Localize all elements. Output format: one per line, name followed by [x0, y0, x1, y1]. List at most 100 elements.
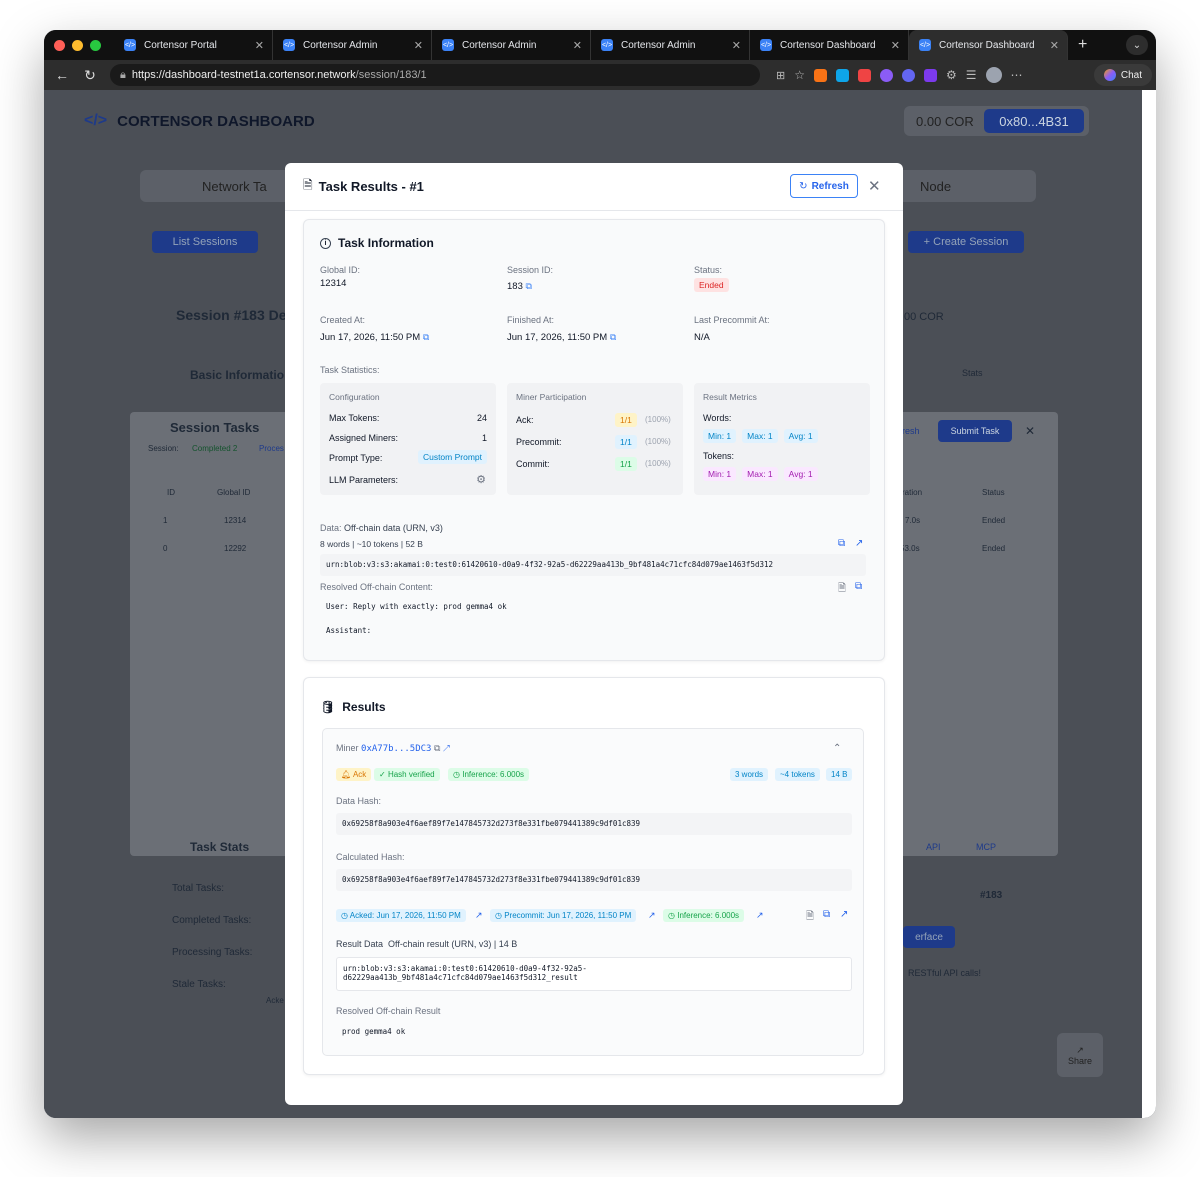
- tab-close-icon[interactable]: ✕: [732, 39, 741, 52]
- nav-node-tab[interactable]: Node: [920, 179, 951, 194]
- puzzle-icon[interactable]: ⚙: [946, 68, 957, 82]
- minimize-window-button[interactable]: [72, 39, 83, 51]
- miner-address[interactable]: 0xA77b...5DC3: [361, 744, 431, 754]
- created-value[interactable]: Jun 17, 2026, 11:50 PM ⧉: [320, 332, 429, 343]
- task-statistics-label: Task Statistics:: [320, 365, 380, 375]
- external-link-icon[interactable]: ⧉: [526, 281, 532, 291]
- document-icon[interactable]: 🗎︎: [806, 909, 814, 926]
- result-data-row: Result Data Off-chain result (URN, v3) |…: [336, 939, 517, 949]
- tab-close-icon[interactable]: ✕: [1050, 39, 1059, 52]
- browser-tab[interactable]: </> Cortensor Portal ✕: [114, 30, 273, 60]
- external-link-icon[interactable]: ↗: [648, 910, 656, 921]
- external-link-icon[interactable]: ⧉: [423, 332, 429, 342]
- external-link-icon[interactable]: ↗: [840, 909, 848, 920]
- refresh-tasks-button[interactable]: resh: [902, 426, 920, 436]
- configuration-box: Configuration Max Tokens: 24 Assigned Mi…: [320, 383, 496, 495]
- results-card: 🛢︎ Results Miner 0xA77b...5DC3 ⧉ ↗ ⌃ 🔔︎ A…: [303, 677, 885, 1075]
- row-id[interactable]: 0: [163, 544, 167, 553]
- wallet-button[interactable]: 0x80...4B31: [984, 109, 1084, 133]
- modal-title: Task Results - #1: [318, 179, 424, 194]
- external-link-icon[interactable]: ↗: [756, 910, 764, 921]
- back-arrow-icon[interactable]: ←: [48, 67, 76, 83]
- precommit-pill-text: Precommit: Jun 17, 2026, 11:50 PM: [504, 911, 632, 920]
- create-session-button[interactable]: + Create Session: [908, 231, 1024, 253]
- bookmark-star-icon[interactable]: ☆: [794, 68, 805, 82]
- share-button[interactable]: ↗ Share: [1057, 1033, 1103, 1077]
- collapse-chevron-icon[interactable]: ⌃: [833, 743, 841, 754]
- inference-text: Inference: 6.000s: [462, 770, 525, 779]
- mcp-button[interactable]: MCP: [976, 842, 996, 852]
- tab-close-icon[interactable]: ✕: [891, 39, 900, 52]
- miner-label: Miner: [336, 743, 359, 753]
- row-global: 12292: [224, 544, 247, 553]
- session-tasks-title: Session Tasks: [170, 420, 260, 435]
- result-urn-line-2: d62229aa413b_9bf481a4c71cfc84d079ae1463f…: [343, 973, 578, 982]
- copy-icon[interactable]: ⧉: [434, 743, 440, 753]
- reload-icon[interactable]: ↻: [76, 67, 104, 84]
- miner-label-row: Miner 0xA77b...5DC3 ⧉ ↗: [336, 743, 450, 754]
- stats-button[interactable]: Stats: [962, 368, 983, 378]
- browser-tab[interactable]: </> Cortensor Admin ✕: [432, 30, 591, 60]
- external-link-icon[interactable]: ↗: [855, 538, 863, 549]
- browser-window: </> Cortensor Portal ✕ </> Cortensor Admin ✕…: [44, 30, 1156, 1118]
- extension-icon[interactable]: [879, 68, 893, 82]
- external-link-icon[interactable]: ↗: [475, 910, 483, 921]
- maximize-window-button[interactable]: [90, 39, 101, 51]
- extension-icon[interactable]: [813, 68, 827, 82]
- commit-badge: 1/1: [615, 457, 637, 471]
- tab-close-icon[interactable]: ✕: [573, 39, 582, 52]
- copy-icon[interactable]: ⧉: [823, 909, 830, 920]
- url-field[interactable]: 🔒︎ https://dashboard-testnet1a.cortensor…: [110, 64, 760, 86]
- interface-button[interactable]: erface: [903, 926, 955, 948]
- close-icon[interactable]: ✕: [1025, 424, 1035, 438]
- chat-button[interactable]: Chat: [1093, 64, 1152, 86]
- refresh-button[interactable]: ↻ Refresh: [790, 174, 858, 198]
- avatar[interactable]: [985, 67, 1002, 83]
- copy-icon[interactable]: ⧉: [838, 538, 845, 549]
- finished-value[interactable]: Jun 17, 2026, 11:50 PM ⧉: [507, 332, 616, 343]
- row-duration: 7.0s: [905, 516, 921, 525]
- new-tab-plus-icon[interactable]: +: [1078, 36, 1087, 54]
- browser-tab[interactable]: </> Cortensor Dashboard ✕: [750, 30, 909, 60]
- extension-icon[interactable]: [835, 68, 849, 82]
- browser-tab[interactable]: </> Cortensor Admin ✕: [273, 30, 432, 60]
- more-menu-icon[interactable]: ⋯: [1011, 68, 1023, 82]
- prompt-type-text: Custom Prompt: [417, 450, 487, 464]
- close-modal-icon[interactable]: ✕: [868, 177, 881, 195]
- submit-task-button[interactable]: Submit Task: [938, 420, 1012, 442]
- extension-icon[interactable]: [923, 68, 937, 82]
- code-icon: </>: [84, 112, 108, 129]
- nav-network-tab[interactable]: Network Ta: [202, 179, 267, 194]
- col-duration: ration: [902, 488, 923, 497]
- bell-icon: 🔔︎: [341, 770, 352, 779]
- gear-icon[interactable]: ⚙: [476, 473, 486, 486]
- page-scrollbar[interactable]: [1142, 90, 1156, 1118]
- tab-menu-chevron-icon[interactable]: ⌄: [1126, 35, 1148, 55]
- status-text: Ended: [694, 278, 729, 292]
- api-button[interactable]: API: [926, 842, 941, 852]
- data-label-text: Data:: [320, 523, 342, 533]
- close-window-button[interactable]: [54, 39, 65, 51]
- session-id-value[interactable]: 183 ⧉: [507, 281, 532, 292]
- calendar-icon[interactable]: [857, 68, 871, 82]
- session-label: Session:: [148, 444, 179, 453]
- tab-bar: </> Cortensor Portal ✕ </> Cortensor Admin ✕…: [44, 30, 1156, 60]
- favorites-icon[interactable]: ☰: [966, 68, 977, 82]
- resolved-result-value: prod gemma4 ok: [336, 1021, 852, 1045]
- resolved-content-label: Resolved Off-chain Content:: [320, 582, 433, 592]
- browser-tab-active[interactable]: </> Cortensor Dashboard ✕: [909, 30, 1068, 60]
- grid-icon[interactable]: ⊞: [776, 69, 785, 82]
- tab-label: Cortensor Portal: [144, 39, 217, 51]
- list-sessions-button[interactable]: List Sessions: [152, 231, 258, 253]
- tab-close-icon[interactable]: ✕: [414, 39, 423, 52]
- extension-icon[interactable]: [901, 68, 915, 82]
- precommit-percent: (100%): [645, 437, 671, 446]
- tab-favicon-icon: </>: [124, 39, 136, 51]
- copy-icon[interactable]: ⧉: [855, 581, 862, 592]
- external-link-icon[interactable]: ↗: [443, 743, 450, 753]
- external-link-icon[interactable]: ⧉: [610, 332, 616, 342]
- info-icon: i: [320, 237, 331, 249]
- row-id[interactable]: 1: [163, 516, 167, 525]
- tab-close-icon[interactable]: ✕: [255, 39, 264, 52]
- browser-tab[interactable]: </> Cortensor Admin ✕: [591, 30, 750, 60]
